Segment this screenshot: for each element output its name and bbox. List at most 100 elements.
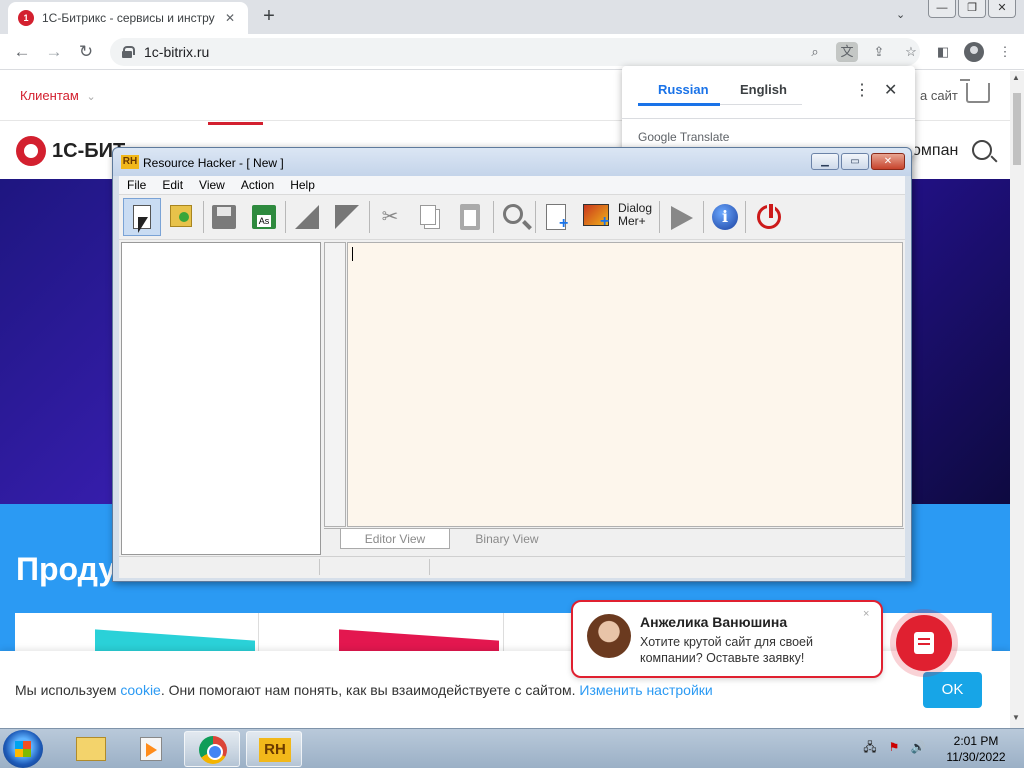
scrollbar-thumb[interactable] — [1013, 93, 1021, 165]
chat-popup[interactable]: Анжелика Ванюшина Хотите крутой сайт для… — [571, 600, 883, 678]
open-file-button[interactable] — [163, 198, 201, 236]
run-script-button[interactable] — [661, 198, 699, 236]
site-link-partial[interactable]: а сайт — [920, 88, 958, 103]
chat-close-icon[interactable]: × — [863, 608, 869, 620]
cookie-ok-button[interactable]: OK — [923, 672, 982, 708]
address-bar[interactable]: 1c-bitrix.ru — [110, 38, 920, 66]
resource-tree[interactable] — [121, 242, 321, 555]
save-icon — [212, 205, 236, 229]
site-search-icon[interactable] — [972, 140, 992, 160]
tab-english[interactable]: English — [740, 82, 787, 97]
paste-button[interactable] — [451, 198, 489, 236]
scroll-up-icon[interactable]: ▲ — [1012, 73, 1020, 82]
form-icon — [914, 632, 934, 654]
page-scrollbar[interactable]: ▲ ▼ — [1010, 71, 1024, 728]
nav-company-partial[interactable]: омпан — [912, 142, 958, 160]
add-image-button[interactable] — [577, 198, 615, 236]
rh-app-icon: RH — [121, 155, 139, 169]
taskbar-media-player[interactable] — [122, 731, 178, 767]
forward-icon[interactable]: → — [42, 40, 66, 64]
rh-titlebar[interactable]: RH Resource Hacker - [ New ] ▁ ▭ ✕ — [113, 148, 911, 176]
lock-icon[interactable] — [122, 46, 135, 58]
find-button[interactable] — [495, 198, 533, 236]
dialog-merge-button[interactable]: Dialog Mer+ — [617, 198, 655, 236]
copy-button[interactable] — [411, 198, 449, 236]
menu-edit[interactable]: Edit — [154, 176, 191, 194]
add-resource-button[interactable] — [537, 198, 575, 236]
resource-hacker-window: RH Resource Hacker - [ New ] ▁ ▭ ✕ File … — [112, 147, 912, 582]
about-button[interactable]: i — [705, 198, 743, 236]
tab-binary-view[interactable]: Binary View — [452, 529, 562, 549]
mouse-cursor-icon — [138, 217, 148, 233]
save-button[interactable] — [205, 198, 243, 236]
tab-search-icon[interactable]: ⌄ — [896, 8, 905, 21]
clients-label: Клиентам — [20, 88, 79, 103]
rh-close-button[interactable]: ✕ — [871, 153, 905, 170]
reload-icon[interactable]: ↻ — [74, 40, 98, 64]
decompile-button[interactable] — [327, 198, 365, 236]
rh-window-controls: ▁ ▭ ✕ — [809, 153, 905, 170]
toolbar-actions: ⌕ 文 ⇪ ☆ ◧ ⋮ — [804, 42, 1016, 62]
menu-action[interactable]: Action — [233, 176, 282, 194]
rh-menubar: File Edit View Action Help — [119, 176, 905, 194]
cart-icon[interactable] — [960, 79, 990, 103]
more-options-icon[interactable]: ⋮ — [854, 80, 870, 100]
translate-icon[interactable]: 文 — [836, 42, 858, 62]
rh-toolbar: ✂ Dialog Mer+ i — [119, 194, 905, 240]
script-editor[interactable] — [347, 242, 903, 527]
network-icon[interactable]: 🖧 — [862, 739, 878, 755]
browser-tab[interactable]: 1 1С-Битрикс - сервисы и инстру ✕ — [8, 2, 248, 34]
menu-help[interactable]: Help — [282, 176, 323, 194]
share-icon[interactable]: ⇪ — [868, 42, 890, 62]
start-button[interactable] — [3, 730, 43, 768]
zoom-search-icon[interactable]: ⌕ — [804, 42, 826, 62]
decompile-icon — [335, 205, 359, 229]
product-card[interactable] — [15, 613, 260, 653]
restore-button[interactable]: ❐ — [958, 0, 986, 18]
profile-avatar[interactable] — [964, 42, 984, 62]
menu-view[interactable]: View — [191, 176, 233, 194]
save-as-button[interactable] — [245, 198, 283, 236]
toolbar-separator — [493, 201, 494, 233]
back-icon[interactable]: ← — [10, 40, 34, 64]
tab-editor-view[interactable]: Editor View — [340, 529, 450, 549]
new-file-button[interactable] — [123, 198, 161, 236]
cut-button[interactable]: ✂ — [371, 198, 409, 236]
taskbar-resource-hacker[interactable]: RH — [246, 731, 302, 767]
clients-menu[interactable]: Клиентам ⌄ — [20, 88, 96, 103]
toolbar-separator — [535, 201, 536, 233]
new-tab-button[interactable]: + — [258, 6, 280, 28]
open-file-icon — [170, 205, 192, 227]
volume-icon[interactable]: 🔊 — [910, 739, 926, 755]
rh-maximize-button[interactable]: ▭ — [841, 153, 869, 170]
system-clock[interactable]: 2:01 PM 11/30/2022 — [936, 733, 1016, 765]
chrome-menu-icon[interactable]: ⋮ — [994, 42, 1016, 62]
tab-close-icon[interactable]: ✕ — [222, 10, 238, 26]
divider — [622, 118, 915, 119]
action-center-icon[interactable]: ⚑ — [886, 739, 902, 755]
exit-button[interactable] — [749, 198, 787, 236]
change-settings-link[interactable]: Изменить настройки — [579, 682, 712, 698]
menu-file[interactable]: File — [119, 176, 154, 194]
clock-date: 11/30/2022 — [946, 750, 1006, 764]
bitrix-logo-icon[interactable] — [16, 136, 46, 166]
info-icon: i — [712, 204, 738, 230]
side-panel-icon[interactable]: ◧ — [932, 42, 954, 62]
taskbar-explorer[interactable] — [62, 731, 118, 767]
close-icon[interactable]: ✕ — [884, 80, 897, 100]
rh-minimize-button[interactable]: ▁ — [811, 153, 839, 170]
avatar — [587, 614, 631, 658]
cookie-link[interactable]: cookie — [120, 682, 160, 698]
editor-view-tabs: Editor View Binary View — [324, 528, 904, 550]
chat-button[interactable] — [896, 615, 952, 671]
product-card[interactable] — [259, 613, 504, 653]
tab-russian[interactable]: Russian — [658, 82, 709, 97]
minimize-button[interactable]: — — [928, 0, 956, 18]
close-window-button[interactable]: ✕ — [988, 0, 1016, 18]
compile-button[interactable] — [287, 198, 325, 236]
bookmark-star-icon[interactable]: ☆ — [900, 42, 922, 62]
toolbar-separator — [745, 201, 746, 233]
url-text[interactable]: 1c-bitrix.ru — [144, 44, 209, 60]
taskbar-chrome[interactable] — [184, 731, 240, 767]
scroll-down-icon[interactable]: ▼ — [1012, 713, 1020, 722]
